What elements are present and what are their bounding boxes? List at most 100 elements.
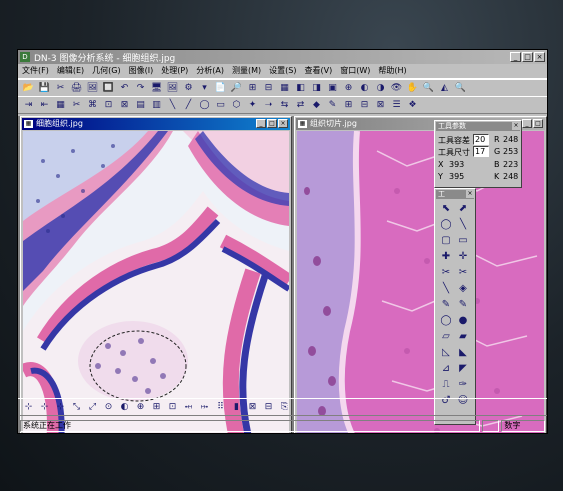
measure-toolbar-button[interactable]: ⤠: [197, 401, 212, 414]
drawing-toolbar-button[interactable]: ✂: [69, 99, 84, 112]
measure-toolbar-button[interactable]: ⤡: [69, 401, 84, 414]
drawing-toolbar-button[interactable]: ⬡: [229, 99, 244, 112]
measure-toolbar-button[interactable]: ⊹: [53, 401, 68, 414]
image-window-left-titlebar[interactable]: ▦ 细胞组织.jpg _ □ ×: [22, 118, 290, 130]
palette-tool-button[interactable]: ╲: [455, 217, 471, 232]
palette-tool-button[interactable]: ⬈: [455, 201, 471, 216]
measure-toolbar-button[interactable]: ⊹: [37, 401, 52, 414]
measure-toolbar-button[interactable]: ⊹: [21, 401, 36, 414]
main-toolbar-button[interactable]: 🔎: [229, 82, 244, 95]
tool-params-title[interactable]: 工具参数: [436, 122, 520, 131]
measure-toolbar-button[interactable]: ⠿: [213, 401, 228, 414]
main-toolbar-button[interactable]: ↷: [133, 82, 148, 95]
maximize-button[interactable]: □: [522, 52, 533, 62]
measure-toolbar-button[interactable]: ⊠: [245, 401, 260, 414]
main-toolbar-button[interactable]: ✂: [53, 82, 68, 95]
main-toolbar-button[interactable]: 🔍: [421, 82, 436, 95]
menu-item[interactable]: 分析(A): [192, 64, 228, 78]
main-toolbar-button[interactable]: ▣: [325, 82, 340, 95]
drawing-toolbar-button[interactable]: ◆: [309, 99, 324, 112]
palette-tool-button[interactable]: ◣: [455, 345, 471, 360]
child-minimize-button[interactable]: _: [522, 119, 532, 128]
palette-tool-button[interactable]: ╲: [438, 281, 454, 296]
palette-tool-button[interactable]: ▱: [438, 329, 454, 344]
drawing-toolbar-button[interactable]: ⇤: [37, 99, 52, 112]
tolerance-input[interactable]: 20: [473, 134, 489, 145]
drawing-toolbar-button[interactable]: ⊞: [341, 99, 356, 112]
menu-item[interactable]: 图像(I): [125, 64, 158, 78]
palette-tool-button[interactable]: ✑: [455, 377, 471, 392]
drawing-toolbar-button[interactable]: ⌘: [85, 99, 100, 112]
main-toolbar-button[interactable]: ⊟: [261, 82, 276, 95]
measure-toolbar-button[interactable]: ⤟: [181, 401, 196, 414]
main-toolbar-button[interactable]: ✋: [405, 82, 420, 95]
main-toolbar-button[interactable]: 🖼: [85, 82, 100, 95]
cell-tissue-image[interactable]: [23, 131, 289, 433]
menu-item[interactable]: 文件(F): [18, 64, 53, 78]
palette-tool-button[interactable]: ◤: [455, 361, 471, 376]
palette-tool-button[interactable]: ⬉: [438, 201, 454, 216]
measure-toolbar-button[interactable]: ▮: [229, 401, 244, 414]
main-toolbar-button[interactable]: ◑: [373, 82, 388, 95]
drawing-toolbar-button[interactable]: ▭: [213, 99, 228, 112]
measure-toolbar-button[interactable]: ⊞: [149, 401, 164, 414]
drawing-toolbar-button[interactable]: ▤: [133, 99, 148, 112]
menu-item[interactable]: 设置(S): [265, 64, 300, 78]
menu-item[interactable]: 编辑(E): [53, 64, 88, 78]
drawing-toolbar-button[interactable]: ╲: [165, 99, 180, 112]
palette-tool-button[interactable]: ◺: [438, 345, 454, 360]
measure-toolbar-button[interactable]: ⤢: [85, 401, 100, 414]
main-toolbar-button[interactable]: ⚙: [181, 82, 196, 95]
menu-item[interactable]: 测量(M): [228, 64, 265, 78]
tool-palette-close-button[interactable]: ×: [466, 190, 474, 198]
measure-toolbar-button[interactable]: ⊡: [165, 401, 180, 414]
minimize-button[interactable]: _: [510, 52, 521, 62]
main-toolbar-button[interactable]: ▦: [277, 82, 292, 95]
main-toolbar-button[interactable]: 🔲: [101, 82, 116, 95]
drawing-toolbar-button[interactable]: ❖: [405, 99, 420, 112]
child-maximize-button[interactable]: □: [533, 119, 543, 128]
main-toolbar-button[interactable]: ⊞: [245, 82, 260, 95]
menu-item[interactable]: 查看(V): [300, 64, 336, 78]
palette-tool-button[interactable]: ✂: [438, 265, 454, 280]
menu-item[interactable]: 处理(P): [157, 64, 192, 78]
palette-tool-button[interactable]: ▰: [455, 329, 471, 344]
drawing-toolbar-button[interactable]: ╱: [181, 99, 196, 112]
close-button[interactable]: ×: [534, 52, 545, 62]
palette-tool-button[interactable]: ▢: [438, 233, 454, 248]
palette-tool-button[interactable]: ✚: [438, 249, 454, 264]
drawing-toolbar-button[interactable]: ⊠: [117, 99, 132, 112]
drawing-toolbar-button[interactable]: ☰: [389, 99, 404, 112]
palette-tool-button[interactable]: ◯: [438, 313, 454, 328]
child-close-button[interactable]: ×: [278, 119, 288, 128]
main-toolbar-button[interactable]: ◧: [293, 82, 308, 95]
palette-tool-button[interactable]: ▭: [455, 233, 471, 248]
drawing-toolbar-button[interactable]: ⇄: [293, 99, 308, 112]
tool-palette[interactable]: 工 × ⬉ ⬈ ◯ ╲ ▢ ▭ ✚ ✛ ✂ ✂ ╲ ◈ ✎ ✎ ◯ ● ▱ ▰ ◺ ◣ ⊿ ◤ ⎍ ✑ ♂ ☺: [434, 188, 476, 425]
main-toolbar-button[interactable]: 📂: [21, 82, 36, 95]
drawing-toolbar-button[interactable]: ➝: [261, 99, 276, 112]
measure-toolbar-button[interactable]: ⊙: [101, 401, 116, 414]
tool-params-panel[interactable]: 工具参数 × 工具容差 20 工具尺寸 17 X 393 Y 395 R 248…: [434, 120, 522, 188]
drawing-toolbar-button[interactable]: ⊟: [357, 99, 372, 112]
drawing-toolbar-button[interactable]: ▦: [53, 99, 68, 112]
drawing-toolbar-button[interactable]: ✎: [325, 99, 340, 112]
palette-tool-button[interactable]: ⊿: [438, 361, 454, 376]
measure-toolbar-button[interactable]: ◐: [117, 401, 132, 414]
main-toolbar-button[interactable]: ◐: [357, 82, 372, 95]
main-toolbar-button[interactable]: ⊕: [341, 82, 356, 95]
drawing-toolbar-button[interactable]: ◯: [197, 99, 212, 112]
main-toolbar-button[interactable]: ▾: [197, 82, 212, 95]
size-input[interactable]: 17: [473, 146, 489, 157]
main-toolbar-button[interactable]: 🖼: [165, 82, 180, 95]
measure-toolbar-button[interactable]: ⊟: [261, 401, 276, 414]
app-titlebar[interactable]: D DN-3 图像分析系统 - 细胞组织.jpg _ □ ×: [18, 50, 547, 64]
palette-tool-button[interactable]: ✛: [455, 249, 471, 264]
main-toolbar-button[interactable]: ◭: [437, 82, 452, 95]
main-toolbar-button[interactable]: 🖥: [149, 82, 164, 95]
drawing-toolbar-button[interactable]: ⇆: [277, 99, 292, 112]
main-toolbar-button[interactable]: 👁: [389, 82, 404, 95]
palette-tool-button[interactable]: ✎: [438, 297, 454, 312]
menu-item[interactable]: 窗口(W): [336, 64, 374, 78]
main-toolbar-button[interactable]: 🔍: [453, 82, 468, 95]
